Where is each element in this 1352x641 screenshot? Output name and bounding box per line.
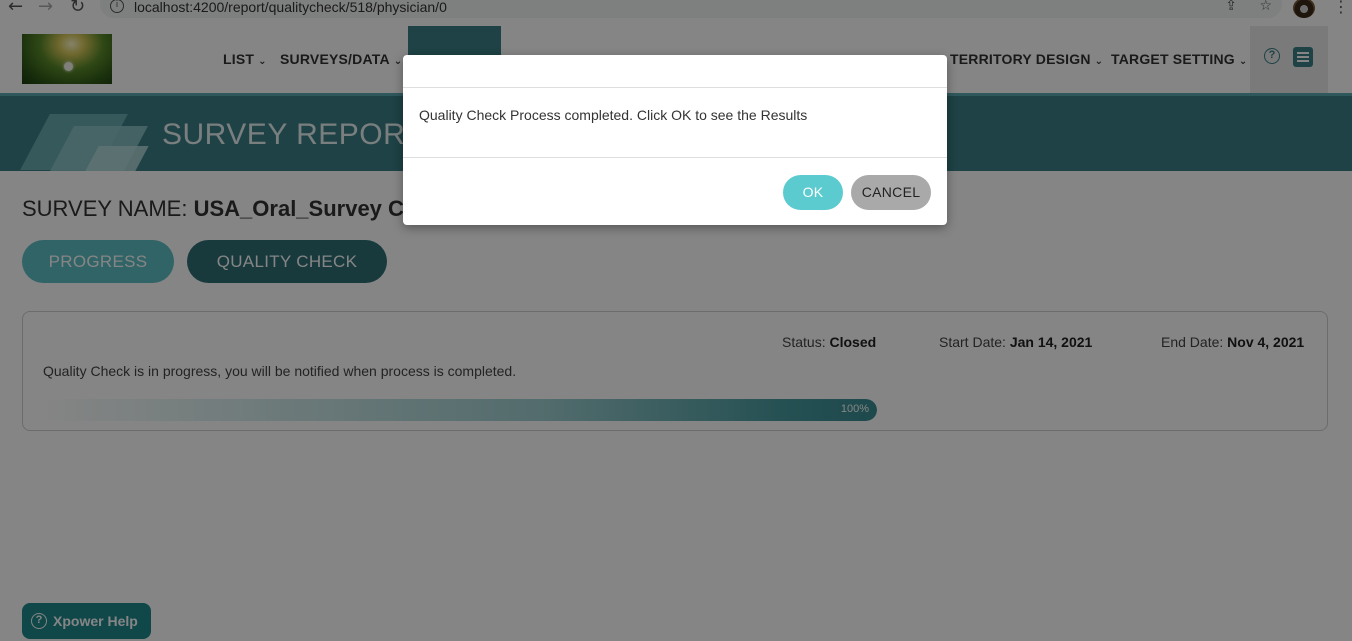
cancel-button[interactable]: CANCEL — [851, 175, 931, 210]
dialog-body: Quality Check Process completed. Click O… — [403, 88, 947, 158]
dialog-footer: OK CANCEL — [403, 158, 947, 224]
dialog-header — [403, 55, 947, 88]
dialog-message: Quality Check Process completed. Click O… — [419, 107, 808, 123]
confirmation-dialog: Quality Check Process completed. Click O… — [403, 55, 947, 225]
ok-button[interactable]: OK — [783, 175, 843, 210]
